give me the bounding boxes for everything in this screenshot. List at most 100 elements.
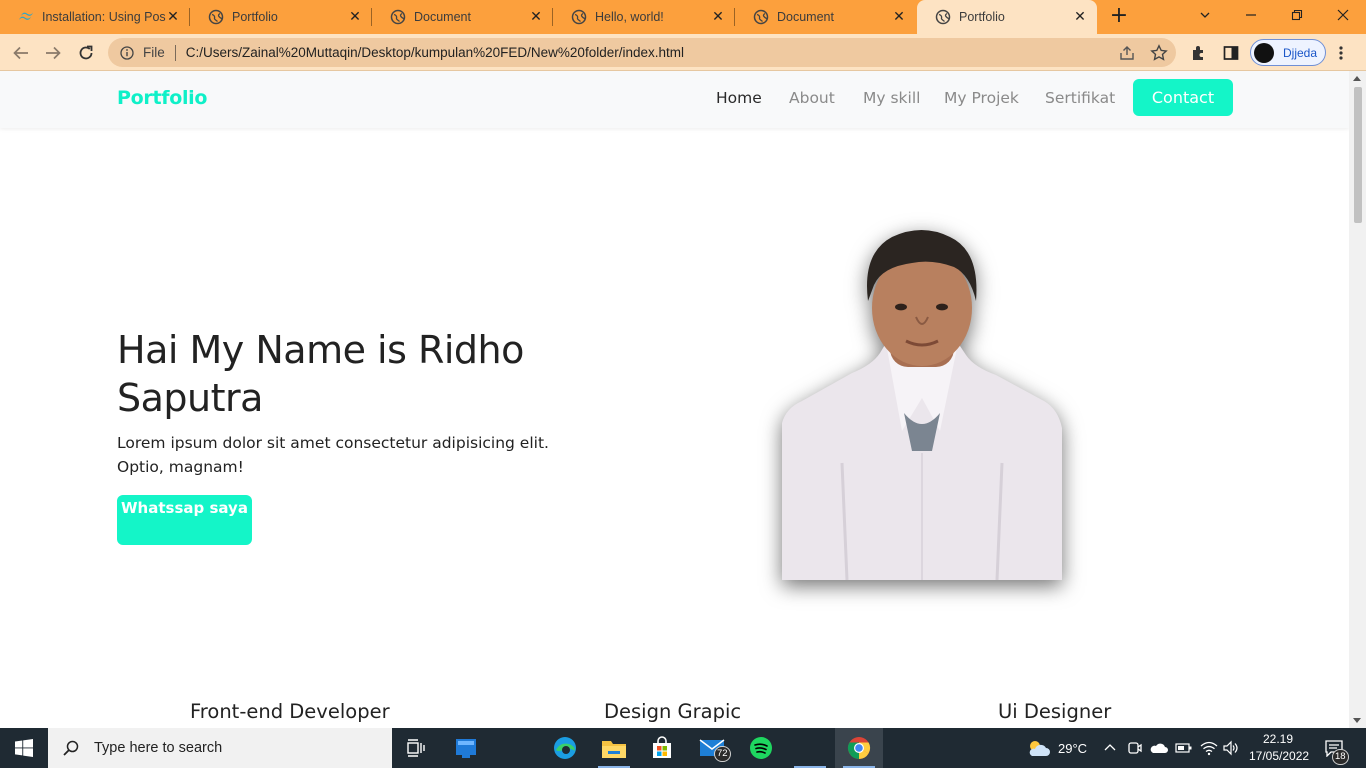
skill-ui-designer: Ui Designer bbox=[998, 700, 1112, 723]
tab-title: Installation: Using Pos bbox=[42, 10, 166, 24]
task-view-icon bbox=[407, 739, 425, 757]
search-placeholder: Type here to search bbox=[94, 740, 223, 756]
page-scrollbar[interactable] bbox=[1349, 71, 1366, 728]
taskbar-app-store[interactable] bbox=[638, 728, 686, 768]
battery-icon[interactable] bbox=[1175, 742, 1193, 754]
chrome-icon bbox=[847, 737, 871, 759]
scheme-label: File bbox=[143, 45, 165, 60]
close-icon[interactable]: ✕ bbox=[166, 10, 180, 24]
tab-title: Portfolio bbox=[959, 10, 1005, 24]
taskbar-app-explorer[interactable] bbox=[590, 728, 638, 768]
globe-icon bbox=[571, 9, 587, 25]
taskbar-app-edge[interactable] bbox=[541, 728, 589, 768]
tab-document-2[interactable]: Document ✕ bbox=[735, 0, 916, 34]
menu-kebab-icon[interactable] bbox=[1338, 45, 1344, 61]
nav-my-projek[interactable]: My Projek bbox=[944, 89, 1019, 107]
tray-expand-chevron-icon[interactable] bbox=[1104, 742, 1116, 752]
site-navbar: Portfolio Home About My skill My Projek … bbox=[0, 71, 1349, 128]
address-bar[interactable]: File C:/Users/Zainal%20Muttaqin/Desktop/… bbox=[108, 38, 1176, 67]
spotify-icon bbox=[750, 737, 772, 759]
avatar bbox=[1254, 42, 1274, 63]
new-tab-button[interactable]: + bbox=[1108, 5, 1130, 28]
nav-sertifikat[interactable]: Sertifikat bbox=[1045, 89, 1115, 107]
close-icon[interactable]: ✕ bbox=[348, 10, 362, 24]
url-text[interactable]: C:/Users/Zainal%20Muttaqin/Desktop/kumpu… bbox=[186, 45, 684, 60]
skill-design-grapic: Design Grapic bbox=[604, 700, 742, 723]
extensions-icon[interactable] bbox=[1190, 44, 1208, 62]
scroll-down-arrow-icon[interactable] bbox=[1353, 718, 1361, 723]
info-icon[interactable] bbox=[120, 45, 134, 60]
reload-button[interactable] bbox=[74, 41, 98, 65]
tab-title: Document bbox=[777, 10, 834, 24]
store-icon bbox=[653, 736, 671, 758]
whatsapp-button[interactable]: Whatssap saya bbox=[117, 495, 252, 545]
taskbar-app-mail[interactable]: 72 bbox=[688, 728, 736, 768]
scroll-up-arrow-icon[interactable] bbox=[1353, 76, 1361, 81]
tab-title: Portfolio bbox=[232, 10, 278, 24]
taskbar-app-spotify[interactable] bbox=[737, 728, 785, 768]
tab-portfolio[interactable]: Portfolio ✕ bbox=[190, 0, 372, 34]
taskbar-app-unknown[interactable] bbox=[786, 728, 834, 768]
arrow-left-icon bbox=[13, 46, 28, 60]
volume-icon[interactable] bbox=[1222, 740, 1240, 756]
notification-badge: 18 bbox=[1332, 749, 1349, 765]
tab-search-chevron-icon[interactable] bbox=[1182, 0, 1228, 30]
back-button[interactable] bbox=[9, 41, 33, 65]
clock-date[interactable]: 17/05/2022 bbox=[1249, 749, 1309, 763]
close-icon[interactable]: ✕ bbox=[892, 10, 906, 24]
mail-badge: 72 bbox=[714, 746, 731, 762]
start-button[interactable] bbox=[0, 728, 48, 768]
globe-icon bbox=[753, 9, 769, 25]
weather-partly-cloudy-icon[interactable] bbox=[1026, 738, 1050, 758]
weather-temperature[interactable]: 29°C bbox=[1058, 741, 1087, 756]
onedrive-cloud-icon[interactable] bbox=[1150, 741, 1168, 755]
close-window-button[interactable] bbox=[1320, 0, 1366, 30]
search-icon bbox=[63, 740, 79, 756]
tab-installation[interactable]: Installation: Using Pos ✕ bbox=[0, 0, 190, 34]
windows-logo-icon bbox=[15, 739, 33, 757]
nav-about[interactable]: About bbox=[789, 89, 835, 107]
nav-home[interactable]: Home bbox=[716, 89, 762, 107]
restore-button[interactable] bbox=[1274, 0, 1320, 30]
site-brand[interactable]: Portfolio bbox=[117, 87, 207, 109]
task-view-button[interactable] bbox=[392, 728, 440, 768]
arrow-right-icon bbox=[46, 46, 61, 60]
minimize-button[interactable] bbox=[1228, 0, 1274, 30]
share-icon[interactable] bbox=[1118, 44, 1136, 62]
taskbar-app-screen[interactable] bbox=[442, 728, 490, 768]
close-icon[interactable]: ✕ bbox=[1073, 10, 1087, 24]
reload-icon bbox=[79, 45, 93, 60]
browser-tab-strip: Installation: Using Pos ✕ Portfolio ✕ Do… bbox=[0, 0, 1366, 34]
scrollbar-thumb[interactable] bbox=[1354, 87, 1362, 223]
close-icon[interactable]: ✕ bbox=[711, 10, 725, 24]
bookmark-star-icon[interactable] bbox=[1150, 44, 1168, 62]
tab-portfolio-active[interactable]: Portfolio ✕ bbox=[917, 0, 1097, 34]
windows-taskbar: Type here to search 72 29°C 22.19 17/05/… bbox=[0, 728, 1366, 768]
tab-title: Document bbox=[414, 10, 471, 24]
app-window-icon bbox=[456, 739, 476, 758]
edge-icon bbox=[554, 737, 576, 759]
tab-document-1[interactable]: Document ✕ bbox=[372, 0, 553, 34]
hero-title: Hai My Name is Ridho Saputra bbox=[117, 328, 524, 420]
contact-button[interactable]: Contact bbox=[1133, 79, 1233, 116]
nav-my-skill[interactable]: My skill bbox=[863, 89, 920, 107]
skill-front-end: Front-end Developer bbox=[190, 700, 390, 723]
globe-icon bbox=[390, 9, 406, 25]
tailwind-icon bbox=[19, 12, 33, 20]
globe-icon bbox=[935, 9, 951, 25]
meet-now-icon[interactable] bbox=[1127, 740, 1143, 756]
globe-icon bbox=[208, 9, 224, 25]
side-panel-icon[interactable] bbox=[1222, 44, 1240, 62]
forward-button[interactable] bbox=[41, 41, 65, 65]
taskbar-app-chrome[interactable] bbox=[835, 728, 883, 768]
page-viewport: Portfolio Home About My skill My Projek … bbox=[0, 71, 1349, 728]
profile-name: Djjeda bbox=[1283, 45, 1318, 60]
tab-hello-world[interactable]: Hello, world! ✕ bbox=[553, 0, 735, 34]
browser-toolbar: File C:/Users/Zainal%20Muttaqin/Desktop/… bbox=[0, 34, 1366, 71]
clock-time[interactable]: 22.19 bbox=[1263, 732, 1293, 746]
wifi-icon[interactable] bbox=[1200, 740, 1218, 756]
hero-description: Lorem ipsum dolor sit amet consectetur a… bbox=[117, 434, 549, 476]
taskbar-search[interactable]: Type here to search bbox=[48, 728, 392, 768]
profile-button[interactable]: Djjeda bbox=[1250, 39, 1326, 66]
close-icon[interactable]: ✕ bbox=[529, 10, 543, 24]
